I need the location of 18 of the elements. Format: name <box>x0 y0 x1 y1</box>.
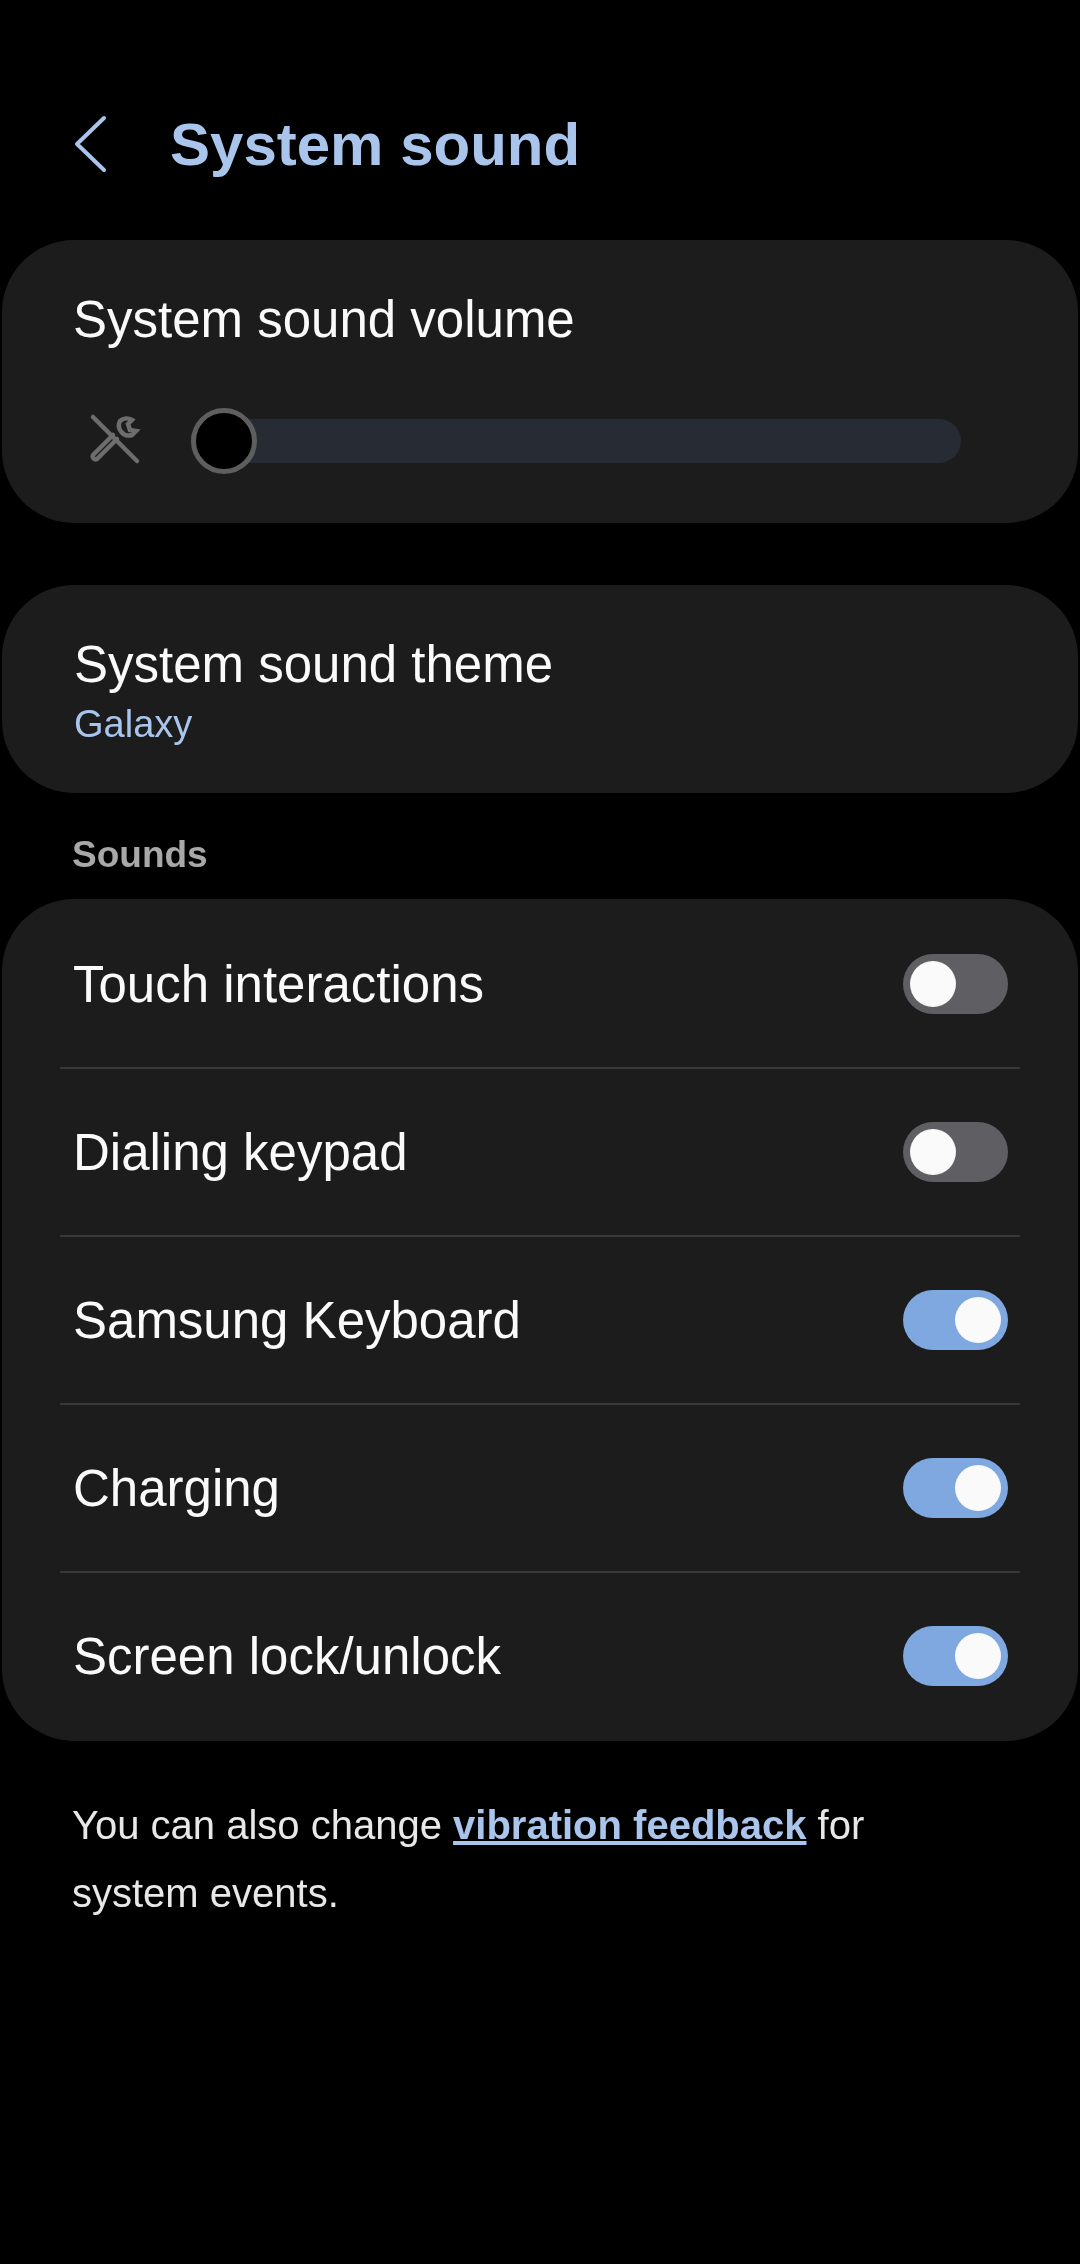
page-title: System sound <box>170 109 581 179</box>
setting-label: Screen lock/unlock <box>73 1626 502 1686</box>
toggle-switch[interactable] <box>903 1122 1008 1182</box>
toggle-switch[interactable] <box>903 954 1008 1014</box>
vibration-link[interactable]: vibration feedback <box>453 1803 807 1847</box>
setting-label: Dialing keypad <box>73 1122 408 1182</box>
theme-label: System sound theme <box>74 635 554 695</box>
volume-label: System sound volume <box>73 290 576 350</box>
volume-slider[interactable] <box>191 408 961 474</box>
setting-label: Samsung Keyboard <box>73 1290 521 1350</box>
toggle-switch[interactable] <box>903 1626 1008 1686</box>
setting-label: Charging <box>73 1458 280 1518</box>
theme-value: Galaxy <box>74 703 194 746</box>
toggle-switch[interactable] <box>903 1458 1008 1518</box>
footer-text: You can also change vibration feedback for system events. <box>72 1802 866 1917</box>
section-heading: Sounds <box>71 833 209 877</box>
toggle-switch[interactable] <box>903 1290 1008 1350</box>
setting-label: Touch interactions <box>73 954 485 1014</box>
